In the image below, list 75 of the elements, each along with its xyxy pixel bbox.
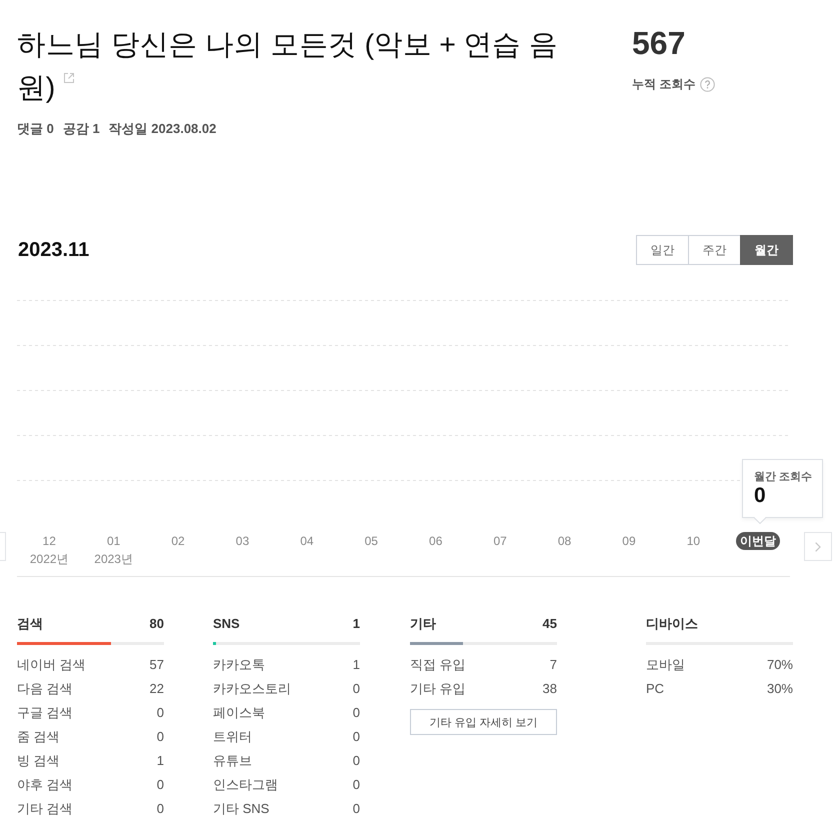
stat-row-label: 페이스북: [213, 704, 265, 722]
stat-row-value: 0: [352, 680, 360, 698]
stat-row-value: 0: [156, 776, 164, 794]
total-views-count: 567: [632, 24, 686, 62]
month-label[interactable]: 10: [682, 532, 704, 550]
period-tab[interactable]: 일간: [636, 235, 689, 265]
stat-row-label: 카카오톡: [213, 656, 265, 674]
stat-row-label: 다음 검색: [17, 680, 73, 698]
stat-row-label: 기타 검색: [17, 800, 73, 818]
help-icon[interactable]: [700, 76, 716, 92]
post-meta-item: 댓글 0: [17, 120, 54, 138]
stat-row-value: 38: [542, 680, 557, 698]
stat-row-label: 모바일: [646, 656, 685, 674]
post-meta-item: 공감 1: [62, 120, 100, 138]
stat-row-label: 구글 검색: [17, 704, 73, 722]
post-meta-item: 작성일 2023.08.02: [108, 120, 216, 138]
stat-row-label: 카카오스토리: [213, 680, 291, 698]
stat-row-label: 야후 검색: [17, 776, 73, 794]
details-button[interactable]: 기타 유입 자세히 보기: [410, 709, 557, 735]
stat-group-title: SNS: [213, 615, 240, 633]
month-label[interactable]: 08: [554, 532, 576, 550]
stat-row-value: 0: [156, 800, 164, 818]
stat-row-value: 1: [352, 656, 360, 674]
chevron-right-icon: [815, 542, 821, 552]
stat-row-label: 트위터: [213, 728, 252, 746]
month-label[interactable]: 09: [618, 532, 640, 550]
month-label[interactable]: 05: [360, 532, 382, 550]
stat-group-total: 45: [542, 615, 557, 633]
month-label[interactable]: 03: [232, 532, 254, 550]
month-label[interactable]: 이번달: [736, 532, 780, 550]
stat-group-title: 디바이스: [646, 615, 698, 633]
year-label: 2023년: [94, 551, 133, 568]
stat-row-label: 인스타그램: [213, 776, 278, 794]
stat-row-value: 70%: [766, 656, 793, 674]
stat-row-label: 빙 검색: [17, 752, 60, 770]
scroll-left-button[interactable]: [0, 532, 6, 561]
stat-row-value: 1: [156, 752, 164, 770]
month-label[interactable]: 12: [38, 532, 60, 550]
post-title-link[interactable]: 하느님 당신은 나의 모든것 (악보 + 연습 음원): [17, 24, 562, 110]
period-tab[interactable]: 월간: [740, 235, 793, 265]
stat-row-value: 0: [156, 704, 164, 722]
stat-row-value: 57: [150, 656, 164, 674]
stat-row-value: 0: [156, 728, 164, 746]
next-button[interactable]: [804, 532, 832, 561]
stat-row-value: 0: [352, 752, 360, 770]
stat-row-label: 기타 SNS: [213, 800, 270, 818]
stat-group-total: 80: [150, 615, 164, 633]
stat-row-value: 30%: [766, 680, 793, 698]
month-label[interactable]: 02: [167, 532, 189, 550]
stat-row-value: 0: [352, 800, 360, 818]
stat-row-value: 0: [352, 728, 360, 746]
month-label[interactable]: 04: [296, 532, 318, 550]
month-label[interactable]: 06: [425, 532, 446, 550]
stat-row-label: 직접 유입: [410, 656, 466, 674]
stat-row-value: 22: [150, 680, 164, 698]
stat-row-label: PC: [646, 680, 664, 698]
stat-row-value: 0: [352, 704, 360, 722]
stat-group-title: 기타: [410, 615, 436, 633]
stat-row-label: 네이버 검색: [17, 656, 86, 674]
stat-row-label: 유튜브: [213, 752, 252, 770]
chart-period-title: 2023.11: [18, 238, 90, 262]
stat-row-label: 줌 검색: [17, 728, 60, 746]
tooltip-value: 0: [754, 484, 767, 508]
stat-group-title: 검색: [17, 615, 43, 633]
month-label[interactable]: 01: [102, 532, 124, 550]
stat-group-total: 1: [352, 615, 360, 633]
stat-row-value: 0: [352, 776, 360, 794]
year-label: 2022년: [30, 551, 69, 568]
month-label[interactable]: 07: [489, 532, 511, 550]
tooltip-label: 월간 조회수: [754, 470, 812, 484]
period-tab[interactable]: 주간: [688, 235, 741, 265]
total-views-label: 누적 조회수: [632, 76, 696, 93]
external-link-icon: [63, 72, 76, 84]
stat-row-label: 기타 유입: [410, 680, 466, 698]
stat-row-value: 7: [550, 656, 557, 674]
